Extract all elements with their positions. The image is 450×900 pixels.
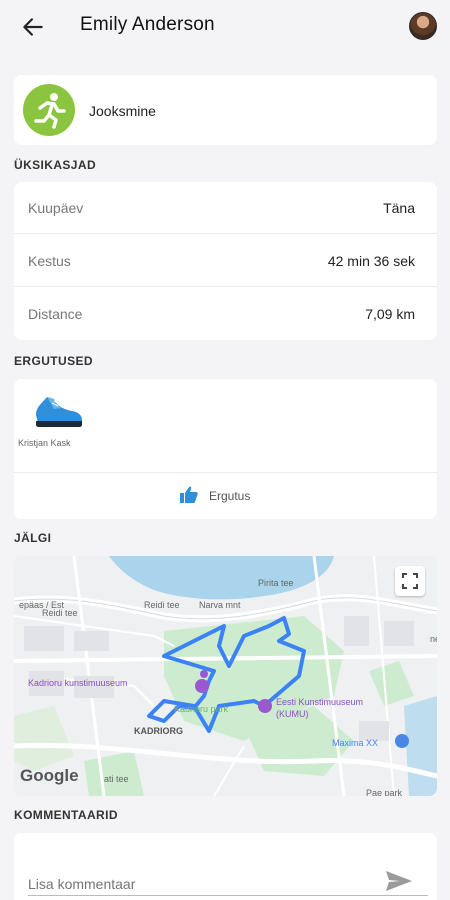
app-header: Emily Anderson xyxy=(0,0,450,56)
map-label-district: KADRIORG xyxy=(134,726,183,736)
map-label: Pirita tee xyxy=(258,578,294,588)
input-underline xyxy=(28,895,428,896)
section-heading-comments: KOMMENTAARID xyxy=(14,808,118,822)
map-label-kumu: Eesti Kunstimuuseum xyxy=(276,697,364,707)
google-logo: Google xyxy=(20,766,79,785)
map-label-kumu-short: (KUMU) xyxy=(276,709,309,719)
divider xyxy=(14,472,437,473)
arrow-left-icon[interactable] xyxy=(20,14,46,40)
map-label-museum: Kadrioru kunstimuuseum xyxy=(28,678,128,688)
map-label: Narva mnt xyxy=(199,600,241,610)
thumbs-up-icon xyxy=(180,486,198,503)
section-heading-kudos: ERGUTUSED xyxy=(14,354,93,368)
detail-key: Kestus xyxy=(28,253,71,269)
route-map[interactable]: epäas / Est Reidi tee Reidi tee Narva mn… xyxy=(14,556,437,796)
sneaker-icon[interactable] xyxy=(32,393,84,429)
running-person-icon xyxy=(23,84,75,136)
map-label: ne xyxy=(430,634,437,644)
kudos-card: Kristjan Kask Ergutus xyxy=(14,379,437,519)
map-label: Pae park xyxy=(366,788,403,796)
detail-value: 42 min 36 sek xyxy=(327,253,415,269)
detail-row-duration: Kestus 42 min 36 sek xyxy=(14,235,437,287)
activity-card: Jooksmine xyxy=(14,75,437,145)
map-label: Reidi tee xyxy=(144,600,180,610)
map-canvas xyxy=(14,556,437,796)
comment-card xyxy=(14,833,437,900)
detail-value: Täna xyxy=(383,200,415,216)
avatar[interactable] xyxy=(409,12,437,40)
send-icon[interactable] xyxy=(384,869,414,893)
fullscreen-button[interactable] xyxy=(395,566,425,596)
page-title: Emily Anderson xyxy=(80,14,215,35)
activity-type-label: Jooksmine xyxy=(89,103,156,119)
fullscreen-icon xyxy=(402,573,418,589)
map-label-maxima: Maxima XX xyxy=(332,738,379,748)
detail-value: 7,09 km xyxy=(365,306,415,322)
detail-row-date: Kuupäev Täna xyxy=(14,182,437,234)
detail-row-distance: Distance 7,09 km xyxy=(14,288,437,340)
section-heading-track: JÄLGI xyxy=(14,531,52,545)
map-label: Reidi tee xyxy=(42,608,78,618)
map-label-park: Kadrioru park xyxy=(174,704,229,714)
kudo-giver-name: Kristjan Kask xyxy=(18,438,71,448)
give-kudos-button[interactable]: Ergutus xyxy=(179,483,289,507)
give-kudos-label: Ergutus xyxy=(209,489,251,503)
detail-key: Distance xyxy=(28,306,83,322)
section-heading-details: ÜKSIKASJAD xyxy=(14,158,97,172)
map-label: ati tee xyxy=(104,774,129,784)
details-card: Kuupäev Täna Kestus 42 min 36 sek Distan… xyxy=(14,182,437,340)
detail-key: Kuupäev xyxy=(28,200,84,216)
comment-input[interactable] xyxy=(28,873,388,895)
